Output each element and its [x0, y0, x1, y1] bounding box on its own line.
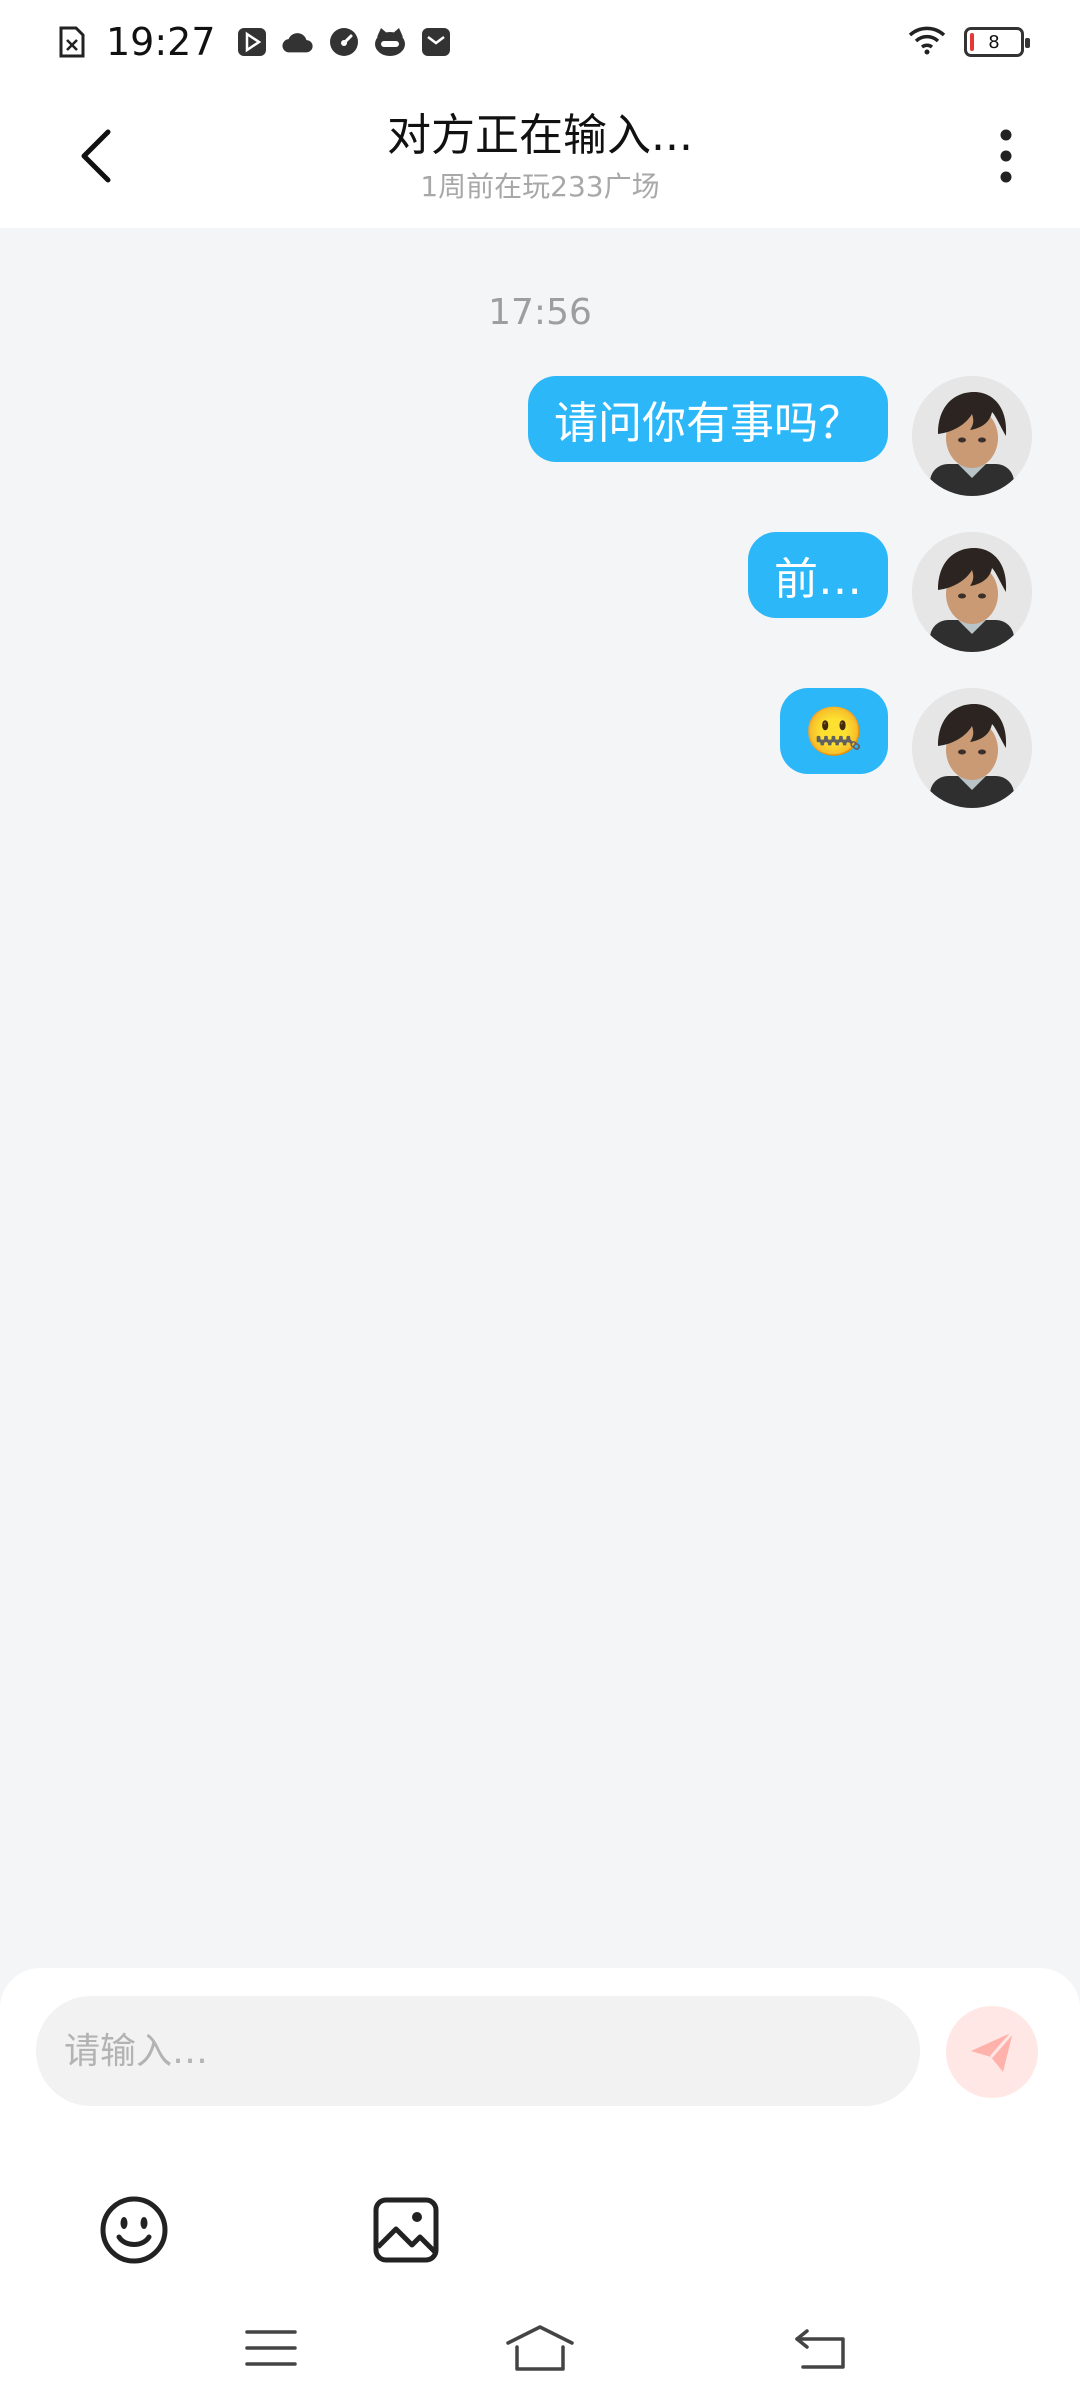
- more-vertical-icon: [1000, 129, 1012, 183]
- header-title-group: 对方正在输入... 1周前在玩233广场: [200, 106, 880, 206]
- home-icon: [506, 2325, 574, 2371]
- emoji-button[interactable]: [92, 2188, 176, 2272]
- play-store-icon: [236, 26, 268, 58]
- sim-error-icon: [56, 26, 88, 58]
- send-button[interactable]: [946, 2006, 1038, 2098]
- avatar[interactable]: [912, 376, 1032, 496]
- chevron-left-icon: [81, 129, 111, 183]
- avatar-image: [912, 688, 1032, 808]
- nav-menu-button[interactable]: [236, 2318, 306, 2378]
- message-bubble[interactable]: 请问你有事吗？: [528, 376, 888, 462]
- battery-level-text: 8: [988, 31, 1000, 53]
- chat-header: 对方正在输入... 1周前在玩233广场: [0, 84, 1080, 228]
- status-bar: 19:27 8: [0, 0, 1080, 84]
- send-icon: [971, 2031, 1015, 2072]
- battery-icon: 8: [964, 27, 1030, 57]
- battery-level-fill: [970, 33, 974, 51]
- image-icon: [373, 2197, 439, 2263]
- menu-icon: [245, 2330, 297, 2366]
- avatar-image: [912, 376, 1032, 496]
- cloud-icon: [281, 26, 314, 58]
- cat-app-icon: [374, 26, 406, 58]
- message-input[interactable]: [36, 1996, 920, 2106]
- mail-icon: [420, 26, 452, 58]
- message-row: 前…: [748, 532, 1032, 656]
- page-title: 对方正在输入...: [387, 110, 693, 161]
- back-button[interactable]: [60, 120, 132, 192]
- nav-back-button[interactable]: [786, 2318, 856, 2378]
- status-left: 19:27: [56, 20, 452, 64]
- message-row: 请问你有事吗？: [528, 376, 1032, 500]
- avatar[interactable]: [912, 532, 1032, 652]
- more-options-button[interactable]: [976, 120, 1036, 192]
- chat-area[interactable]: 17:56 请问你有事吗？ 前… 🤐: [0, 228, 1080, 1968]
- back-icon: [795, 2329, 845, 2369]
- avatar-image: [912, 532, 1032, 652]
- message-row: 🤐: [780, 688, 1032, 812]
- message-bubble[interactable]: 前…: [748, 532, 888, 618]
- speedometer-icon: [328, 26, 360, 58]
- nav-home-button[interactable]: [505, 2318, 575, 2378]
- message-timestamp: 17:56: [488, 292, 592, 333]
- system-nav-bar: [0, 2290, 1080, 2408]
- status-time: 19:27: [106, 20, 216, 64]
- message-bubble-emoji[interactable]: 🤐: [780, 688, 888, 774]
- emoji-icon: [100, 2196, 168, 2264]
- image-button[interactable]: [364, 2188, 448, 2272]
- wifi-icon: [908, 25, 946, 59]
- status-right: 8: [908, 25, 1030, 59]
- page-subtitle: 1周前在玩233广场: [420, 170, 660, 203]
- avatar[interactable]: [912, 688, 1032, 808]
